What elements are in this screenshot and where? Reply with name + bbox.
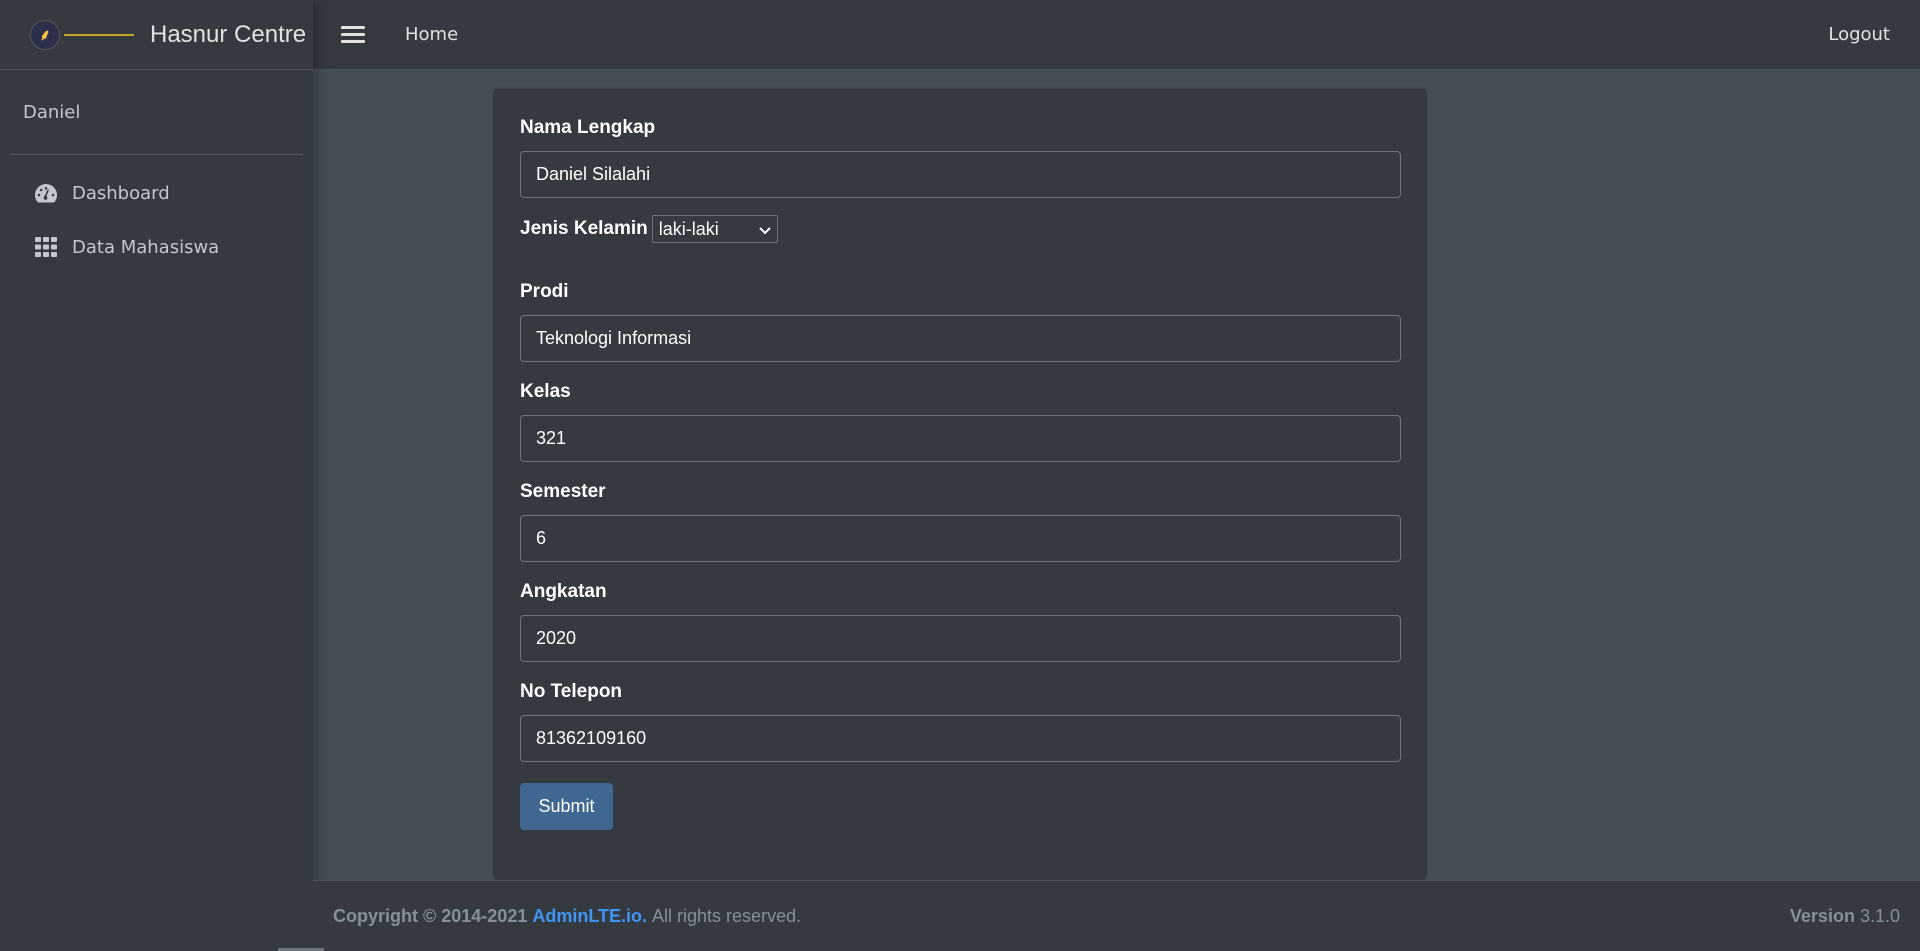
sidebar-item-data-mahasiswa[interactable]: Data Mahasiswa	[8, 225, 305, 269]
form-group-nama: Nama Lengkap	[520, 117, 1401, 198]
kelas-label: Kelas	[520, 381, 571, 402]
footer-copyright: Copyright © 2014-2021	[333, 905, 528, 926]
footer-version-label: Version	[1789, 905, 1855, 926]
nav-home-link[interactable]: Home	[405, 24, 458, 45]
hamburger-menu-icon[interactable]	[341, 26, 365, 43]
grid-icon	[34, 235, 58, 259]
sidebar-item-label: Data Mahasiswa	[72, 236, 220, 258]
nama-input[interactable]	[520, 151, 1401, 198]
semester-input[interactable]	[520, 515, 1401, 562]
gender-label: Jenis Kelamin	[520, 218, 648, 239]
nama-label: Nama Lengkap	[520, 117, 656, 138]
form-group-semester: Semester	[520, 481, 1401, 562]
footer: Copyright © 2014-2021 AdminLTE.io. All r…	[313, 880, 1920, 951]
form-group-kelas: Kelas	[520, 381, 1401, 462]
user-name[interactable]: Daniel	[23, 102, 80, 123]
flame-logo-icon: ⸙	[30, 19, 60, 50]
footer-adminlte-link[interactable]: AdminLTE.io.	[532, 906, 647, 927]
brand-name: Hasnur Centre	[150, 20, 307, 48]
prodi-input[interactable]	[520, 315, 1401, 362]
gender-selected-value: laki-laki	[658, 218, 719, 239]
semester-label: Semester	[520, 481, 606, 502]
sidebar-item-dashboard[interactable]: Dashboard	[8, 171, 305, 215]
user-panel: Daniel	[10, 70, 303, 155]
sidebar-nav: Dashboard Data Mahasiswa	[0, 171, 313, 269]
brand-divider-line	[64, 33, 134, 36]
sidebar: ⸙ Hasnur Centre Daniel Dashboard Data Ma	[0, 0, 313, 951]
kelas-input[interactable]	[520, 415, 1401, 462]
form-group-gender: Jenis Kelamin laki-laki	[520, 215, 1400, 243]
prodi-label: Prodi	[520, 281, 569, 302]
student-form-card: Nama Lengkap Jenis Kelamin laki-laki Pro…	[494, 89, 1426, 879]
logout-link[interactable]: Logout	[1828, 24, 1890, 45]
telepon-label: No Telepon	[520, 681, 623, 702]
telepon-input[interactable]	[520, 715, 1401, 762]
angkatan-input[interactable]	[520, 615, 1401, 662]
submit-button[interactable]: Submit	[520, 783, 613, 830]
sidebar-item-label: Dashboard	[72, 182, 170, 204]
form-group-angkatan: Angkatan	[520, 581, 1401, 662]
top-navbar: Home Logout	[313, 0, 1920, 70]
gender-select[interactable]: laki-laki	[651, 215, 778, 243]
brand-link[interactable]: ⸙ Hasnur Centre	[0, 0, 313, 70]
tachometer-icon	[34, 181, 58, 205]
form-group-prodi: Prodi	[520, 281, 1401, 362]
footer-version-number: 3.1.0	[1859, 905, 1900, 926]
chevron-down-icon	[759, 219, 771, 240]
angkatan-label: Angkatan	[520, 581, 607, 602]
footer-version: Version 3.1.0	[1790, 906, 1900, 927]
form-group-telepon: No Telepon	[520, 681, 1401, 762]
footer-rights: All rights reserved.	[652, 905, 802, 926]
